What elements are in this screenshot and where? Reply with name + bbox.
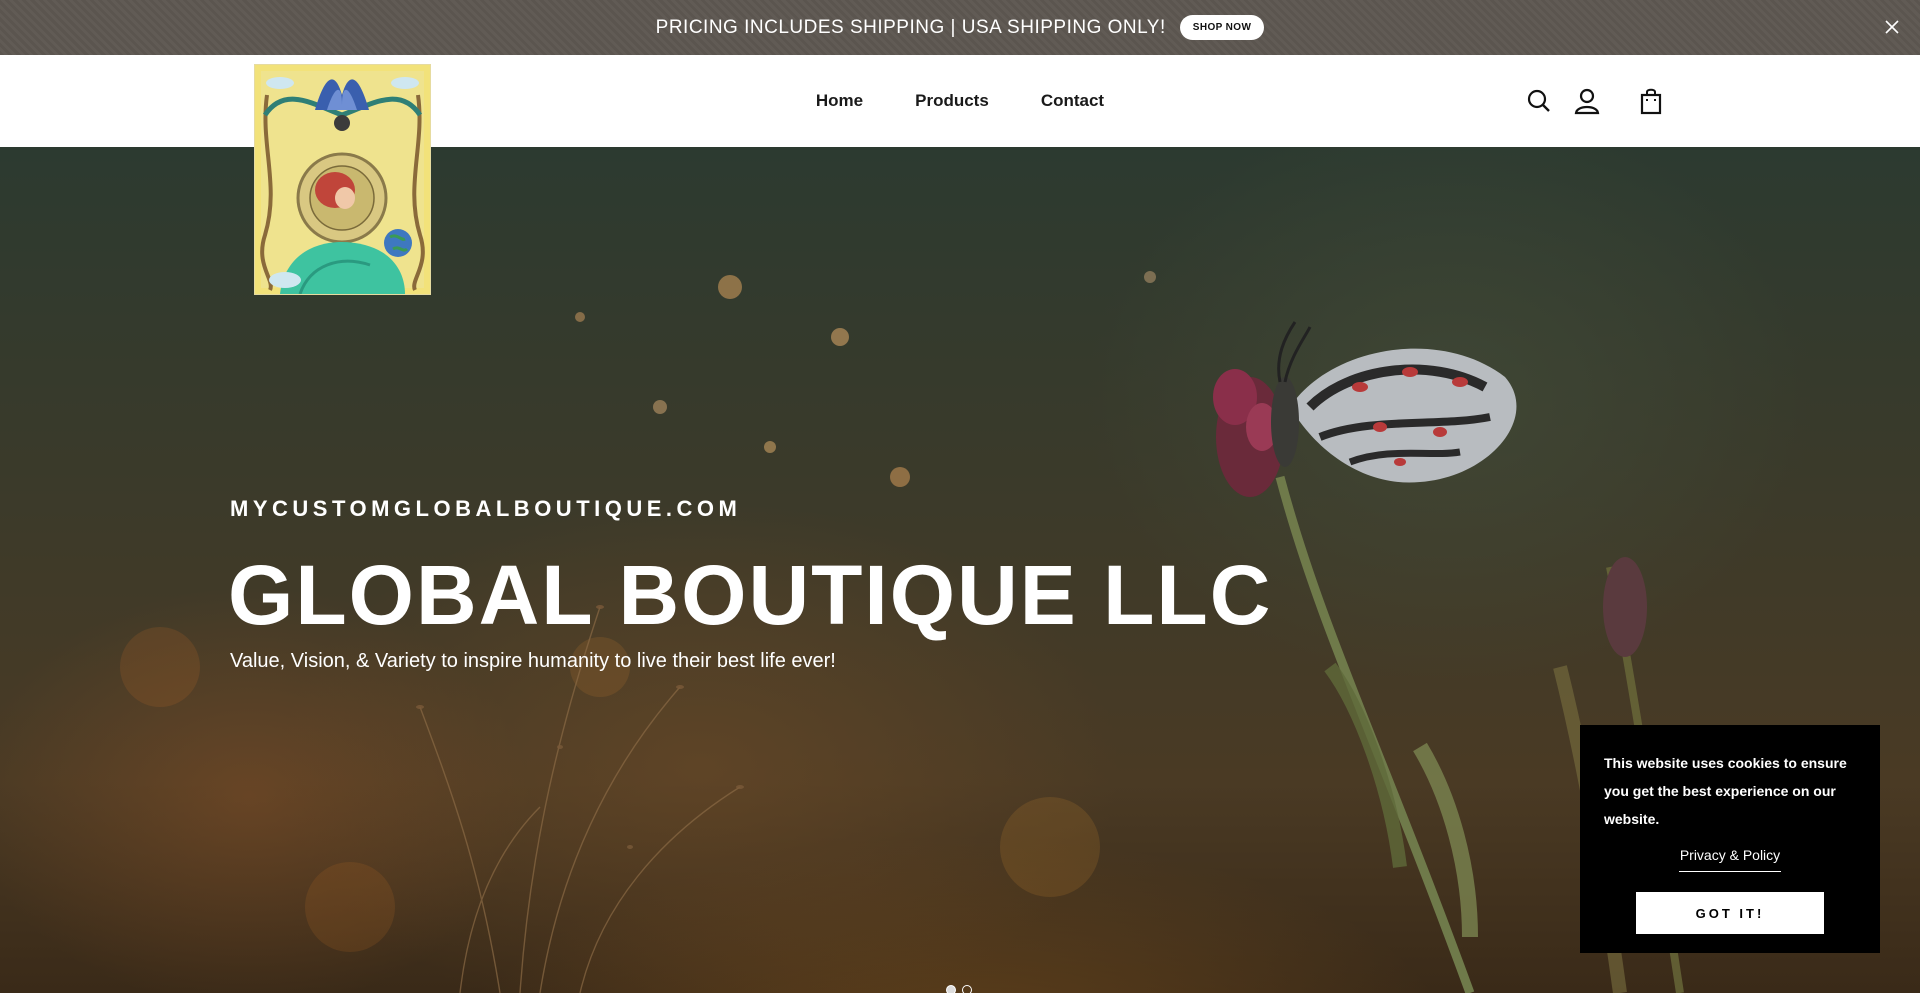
cart-icon[interactable]	[1637, 87, 1665, 115]
slide-dot-1[interactable]	[946, 985, 956, 993]
announcement-message: PRICING INCLUDES SHIPPING | USA SHIPPING…	[655, 16, 1166, 38]
hero-subtitle: MYCUSTOMGLOBALBOUTIQUE.COM	[230, 496, 742, 521]
account-icon[interactable]	[1573, 87, 1601, 115]
hero-tagline: Value, Vision, & Variety to inspire huma…	[230, 650, 836, 672]
cookie-accept-button[interactable]: GOT IT!	[1636, 892, 1824, 934]
nav-contact[interactable]: Contact	[1041, 91, 1104, 111]
header-icons	[1525, 87, 1665, 115]
hero-title: GLOBAL BOUTIQUE LLC	[228, 548, 1273, 642]
nav-products[interactable]: Products	[915, 91, 989, 111]
nav-home[interactable]: Home	[816, 91, 863, 111]
privacy-policy-link[interactable]: Privacy & Policy	[1679, 847, 1781, 872]
announcement-bar: PRICING INCLUDES SHIPPING | USA SHIPPING…	[0, 0, 1920, 55]
cookie-message: This website uses cookies to ensure you …	[1604, 755, 1847, 827]
slide-dot-2[interactable]	[962, 985, 972, 993]
slideshow-dots	[946, 985, 972, 993]
close-icon[interactable]	[1882, 17, 1902, 37]
search-icon[interactable]	[1525, 87, 1553, 115]
shop-now-button[interactable]: SHOP NOW	[1179, 15, 1265, 40]
store-logo[interactable]	[255, 65, 430, 295]
cookie-banner: This website uses cookies to ensure you …	[1580, 725, 1880, 953]
